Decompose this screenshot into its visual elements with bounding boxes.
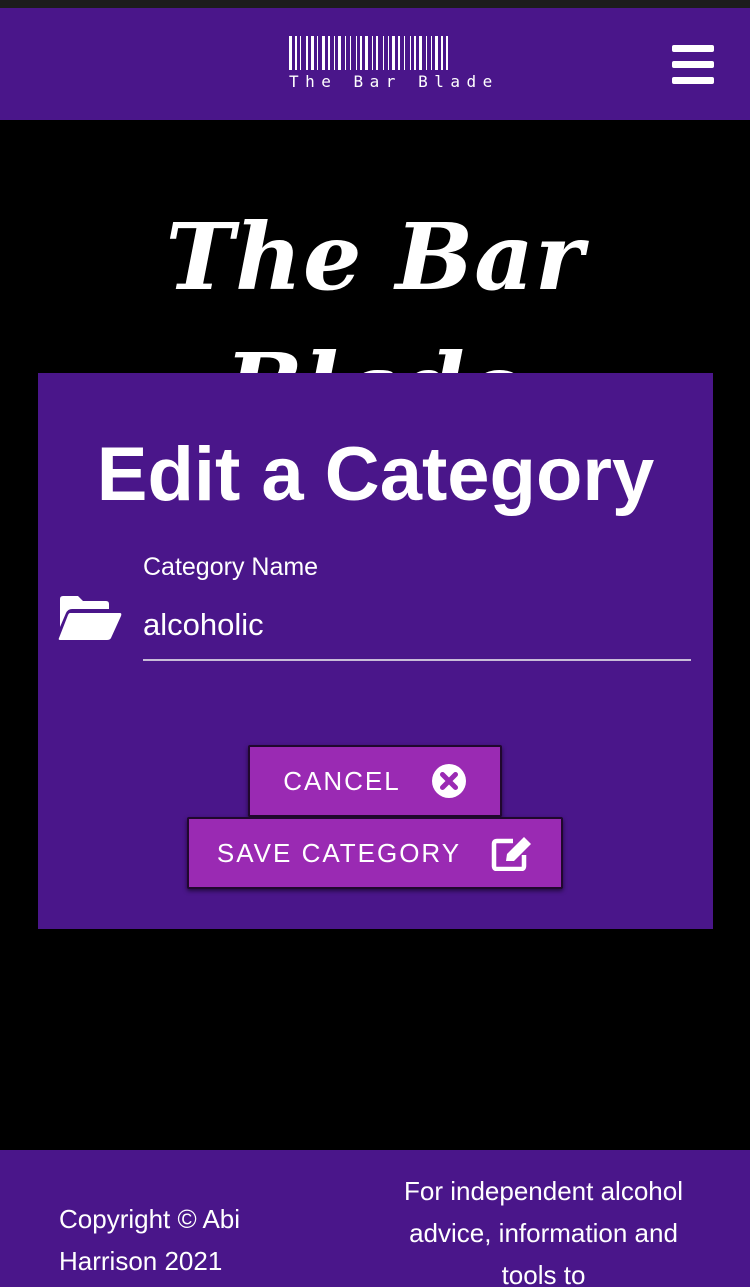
footer-copyright: Copyright © Abi Harrison 2021	[59, 1204, 241, 1276]
top-strip	[0, 0, 750, 8]
hamburger-icon[interactable]	[666, 42, 720, 90]
brand-logo[interactable]: The Bar Blade	[289, 36, 539, 96]
footer: Copyright © Abi Harrison 2021 For indepe…	[0, 1150, 750, 1287]
cancel-button-label: CANCEL	[283, 765, 401, 796]
cancel-button[interactable]: CANCEL	[248, 745, 502, 817]
brand-text: The Bar Blade	[289, 72, 499, 91]
barcode-icon	[289, 36, 448, 70]
edit-icon	[491, 837, 532, 871]
category-name-input[interactable]	[143, 591, 691, 661]
navbar: The Bar Blade	[0, 8, 750, 120]
edit-category-card: Edit a Category Category Name CANCEL SAV…	[38, 373, 713, 929]
footer-tagline: For independent alcohol advice, informat…	[404, 1176, 683, 1287]
folder-open-icon	[58, 596, 122, 640]
save-button-label: SAVE CATEGORY	[216, 837, 462, 868]
page-title: Edit a Category	[96, 432, 655, 517]
save-category-button[interactable]: SAVE CATEGORY	[187, 817, 563, 889]
times-circle-icon	[431, 764, 466, 798]
category-name-label: Category Name	[143, 553, 319, 581]
